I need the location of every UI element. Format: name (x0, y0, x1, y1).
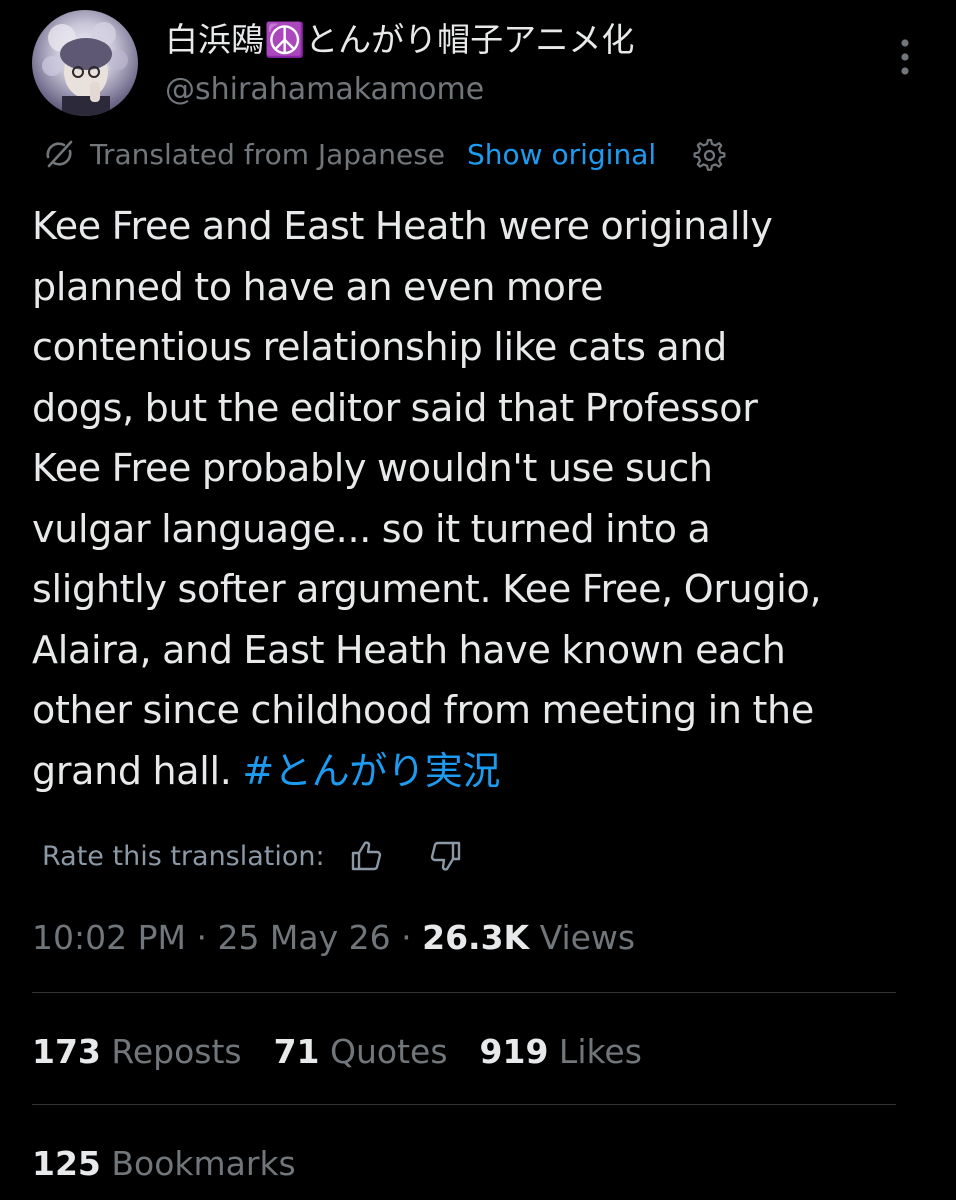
tweet-text-line: Kee Free probably wouldn't use such (32, 446, 713, 490)
tweet-header: 白浜鴎☮️とんがり帽子アニメ化 @shirahamakamome (32, 10, 924, 118)
bookmarks-stat[interactable]: 125 Bookmarks (32, 1142, 328, 1186)
avatar[interactable] (32, 10, 138, 116)
reposts-stat[interactable]: 173 Reposts (32, 1030, 242, 1074)
tweet-text-line: planned to have an even more (32, 264, 604, 309)
views-label[interactable]: Views (529, 918, 636, 957)
tweet-meta: 10:02 PM · 25 May 26 · 26.3K Views (32, 916, 635, 960)
meta-separator: · (185, 918, 218, 957)
thumbs-down-icon[interactable] (427, 838, 463, 874)
tweet-time[interactable]: 10:02 PM (32, 918, 186, 957)
tweet-text-line: slightly softer argument. Kee Free, Orug… (32, 567, 822, 611)
views-count[interactable]: 26.3K (422, 918, 529, 957)
tweet-text-line: other since childhood from meeting in th… (32, 688, 814, 732)
tweet-text-line: Kee Free and East Heath were originally (32, 204, 773, 248)
thumbs-up-icon[interactable] (349, 838, 385, 874)
tweet-text-line: vulgar language... so it turned into a (32, 506, 711, 551)
more-options-icon[interactable] (890, 30, 920, 80)
engagement-stats: 173 Reposts 71 Quotes 919 Likes (32, 1030, 674, 1074)
translation-bar: Translated from Japanese Show original (42, 132, 726, 176)
divider (32, 992, 896, 993)
rate-translation-label: Rate this translation: (42, 840, 325, 872)
tweet-text-line-last: grand hall. #とんがり実況 (32, 741, 932, 802)
tweet-text-line: Alaira, and East Heath have known each (32, 627, 786, 672)
bookmarks-count: 125 (32, 1144, 101, 1183)
show-original-link[interactable]: Show original (467, 138, 656, 171)
tweet-date[interactable]: 25 May 26 (217, 918, 390, 957)
tweet-text-line: contentious relationship like cats and (32, 325, 727, 369)
gear-icon[interactable] (690, 136, 726, 172)
rate-translation-bar: Rate this translation: (42, 834, 463, 878)
bookmarks-label: Bookmarks (100, 1144, 296, 1183)
reposts-label: Reposts (100, 1032, 242, 1071)
tweet-text-line: dogs, but the editor said that Professor (32, 385, 758, 430)
tweet-text: Kee Free and East Heath were originally … (32, 196, 932, 801)
likes-label: Likes (548, 1032, 642, 1071)
hashtag-link[interactable]: #とんがり実況 (242, 749, 500, 793)
divider (32, 1104, 896, 1105)
likes-count: 919 (479, 1032, 549, 1071)
display-name[interactable]: 白浜鴎☮️とんがり帽子アニメ化 (165, 20, 634, 60)
quotes-count: 71 (273, 1032, 320, 1071)
meta-separator: · (390, 918, 423, 957)
user-handle[interactable]: @shirahamakamome (165, 72, 484, 108)
quotes-label: Quotes (319, 1032, 448, 1071)
tweet-text-segment: grand hall. (32, 748, 243, 793)
likes-stat[interactable]: 919 Likes (480, 1030, 642, 1074)
translated-from-label: Translated from Japanese (90, 137, 446, 171)
translate-icon (46, 140, 73, 168)
avatar-illustration (42, 22, 128, 116)
reposts-count: 173 (32, 1032, 101, 1071)
quotes-stat[interactable]: 71 Quotes (274, 1030, 448, 1074)
